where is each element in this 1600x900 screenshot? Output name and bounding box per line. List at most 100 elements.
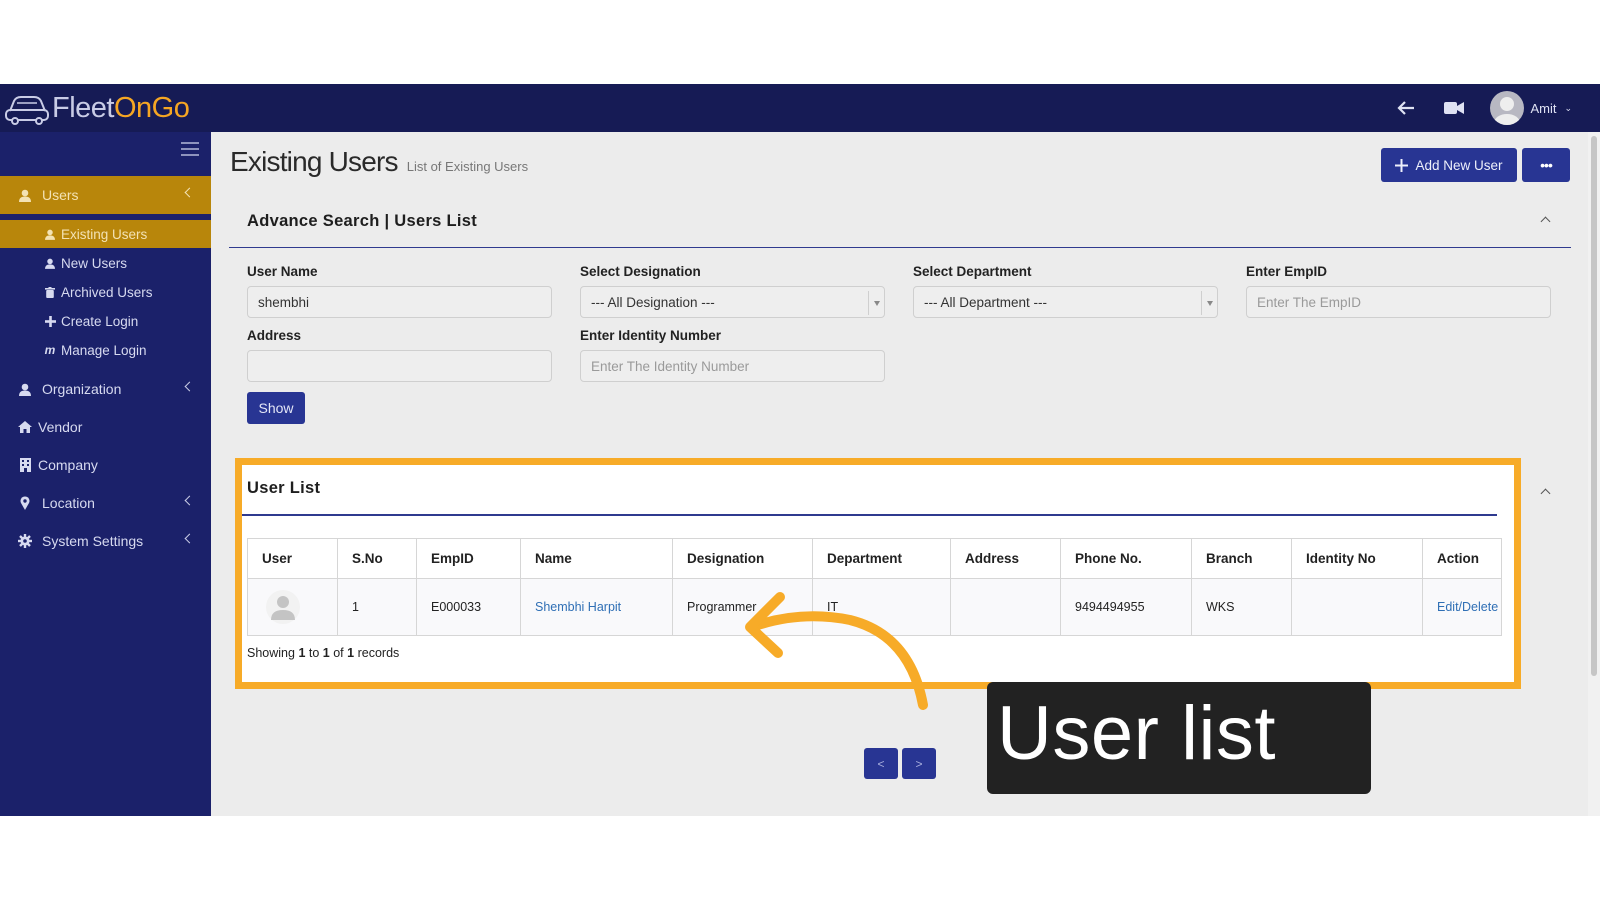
address-input[interactable] [247, 350, 552, 382]
records-prefix: Showing [247, 646, 295, 660]
page-title-text: Existing Users [230, 146, 399, 177]
avatar [1490, 91, 1525, 125]
user-icon [18, 188, 32, 202]
building-icon [18, 458, 32, 472]
submenu-item-manage-login[interactable]: m Manage Login [0, 336, 211, 364]
arrow-left-icon[interactable] [1394, 96, 1418, 120]
user-name-input[interactable] [247, 286, 552, 318]
sidebar-item-system-settings[interactable]: System Settings [0, 522, 211, 560]
column-header-department[interactable]: Department [812, 538, 951, 579]
cell-sno: 1 [337, 578, 417, 636]
sidebar-item-label: Location [42, 495, 95, 511]
column-header-address[interactable]: Address [950, 538, 1061, 579]
sidebar-item-label: Users [42, 187, 79, 203]
sidebar-item-location[interactable]: Location [0, 484, 211, 522]
chevron-down-icon: ⌄ [1564, 102, 1572, 113]
panel-divider [242, 514, 1497, 516]
previous-page-button[interactable]: < [864, 748, 898, 779]
empid-input[interactable] [1246, 286, 1551, 318]
app-logo[interactable]: FleetOnGo [4, 90, 190, 126]
sidebar-item-company[interactable]: Company [0, 446, 211, 484]
page-subtitle: List of Existing Users [406, 159, 529, 174]
address-label: Address [247, 328, 302, 343]
callout-label: User list [987, 682, 1371, 794]
more-dots-icon: ••• [1540, 157, 1553, 173]
top-right-controls: Amit ⌄ [1394, 91, 1572, 125]
add-new-user-label: Add New User [1415, 157, 1503, 173]
column-header-identity[interactable]: Identity No [1291, 538, 1423, 579]
user-avatar-cell [247, 578, 338, 636]
department-select[interactable]: --- All Department --- [913, 286, 1218, 318]
chevron-left-icon [184, 381, 195, 392]
column-header-branch[interactable]: Branch [1191, 538, 1292, 579]
column-header-sno[interactable]: S.No [337, 538, 417, 579]
sidebar: Users Existing Users New Users Archived … [0, 132, 211, 816]
column-header-designation[interactable]: Designation [672, 538, 813, 579]
submenu-item-create-login[interactable]: Create Login [0, 307, 211, 335]
user-name-label: User Name [247, 264, 318, 279]
records-total: 1 [347, 646, 355, 660]
video-camera-icon[interactable] [1442, 96, 1466, 120]
records-to: 1 [322, 646, 330, 660]
chevron-left-icon [184, 187, 195, 198]
identity-number-label: Enter Identity Number [580, 328, 722, 343]
records-from: 1 [298, 646, 306, 660]
column-header-name[interactable]: Name [520, 538, 673, 579]
add-new-user-button[interactable]: Add New User [1381, 148, 1517, 182]
records-of-word: of [333, 646, 344, 660]
column-header-empid[interactable]: EmpID [416, 538, 521, 579]
show-button[interactable]: Show [247, 392, 305, 424]
trash-icon [44, 286, 56, 298]
vertical-scrollbar[interactable] [1588, 132, 1600, 816]
submenu-item-existing-users[interactable]: Existing Users [0, 220, 211, 248]
next-page-button[interactable]: > [902, 748, 936, 779]
home-icon [18, 420, 32, 434]
user-name-link[interactable]: Shembhi Harpit [535, 600, 621, 614]
submenu-item-label: New Users [61, 255, 128, 271]
gear-icon [18, 534, 32, 548]
user-avatar-icon [266, 590, 300, 624]
callout-arrow-icon [745, 592, 928, 710]
chevron-left-icon [184, 533, 195, 544]
sidebar-item-users[interactable]: Users [0, 176, 211, 214]
submenu-item-archived-users[interactable]: Archived Users [0, 278, 211, 306]
user-list-title: User List [247, 479, 321, 497]
sidebar-item-vendor[interactable]: Vendor [0, 408, 211, 446]
records-suffix: records [357, 646, 400, 660]
cell-empid: E000033 [416, 578, 521, 636]
logo-text-primary: Fleet [52, 91, 114, 124]
user-icon [18, 382, 32, 396]
sidebar-item-label: Company [38, 457, 98, 473]
designation-select[interactable]: --- All Designation --- [580, 286, 885, 318]
column-header-action[interactable]: Action [1422, 538, 1502, 579]
sidebar-item-organization[interactable]: Organization [0, 370, 211, 408]
plus-icon [1395, 158, 1409, 172]
edit-delete-link[interactable]: Edit/Delete [1437, 600, 1498, 614]
panel-header: Advance Search | Users List [229, 196, 1571, 248]
more-options-button[interactable]: ••• [1522, 148, 1570, 182]
submenu-item-label: Create Login [61, 313, 139, 329]
m-icon: m [44, 343, 56, 357]
sidebar-item-label: Vendor [38, 419, 83, 435]
user-icon [44, 229, 56, 240]
user-menu[interactable]: Amit ⌄ [1490, 91, 1572, 125]
column-header-phone[interactable]: Phone No. [1060, 538, 1192, 579]
empid-label: Enter EmpID [1246, 264, 1328, 279]
records-info: Showing 1 to 1 of 1 records [247, 646, 399, 660]
designation-selected-value: --- All Designation --- [591, 294, 715, 310]
chevron-up-icon[interactable] [1540, 488, 1551, 499]
column-header-user[interactable]: User [247, 538, 338, 579]
identity-number-input[interactable] [580, 350, 885, 382]
submenu-item-label: Archived Users [61, 284, 153, 300]
dropdown-caret-icon [1201, 291, 1217, 315]
hamburger-menu-icon[interactable] [181, 142, 199, 156]
chevron-up-icon[interactable] [1540, 216, 1551, 227]
scrollbar-thumb[interactable] [1591, 136, 1597, 676]
records-to-word: to [308, 646, 320, 660]
user-name: Amit [1530, 100, 1557, 116]
submenu-item-new-users[interactable]: New Users [0, 249, 211, 277]
callout-text: User list [997, 691, 1276, 776]
car-icon [5, 96, 49, 125]
user-icon [44, 258, 56, 269]
logo-text-accent: OnGo [113, 91, 190, 124]
